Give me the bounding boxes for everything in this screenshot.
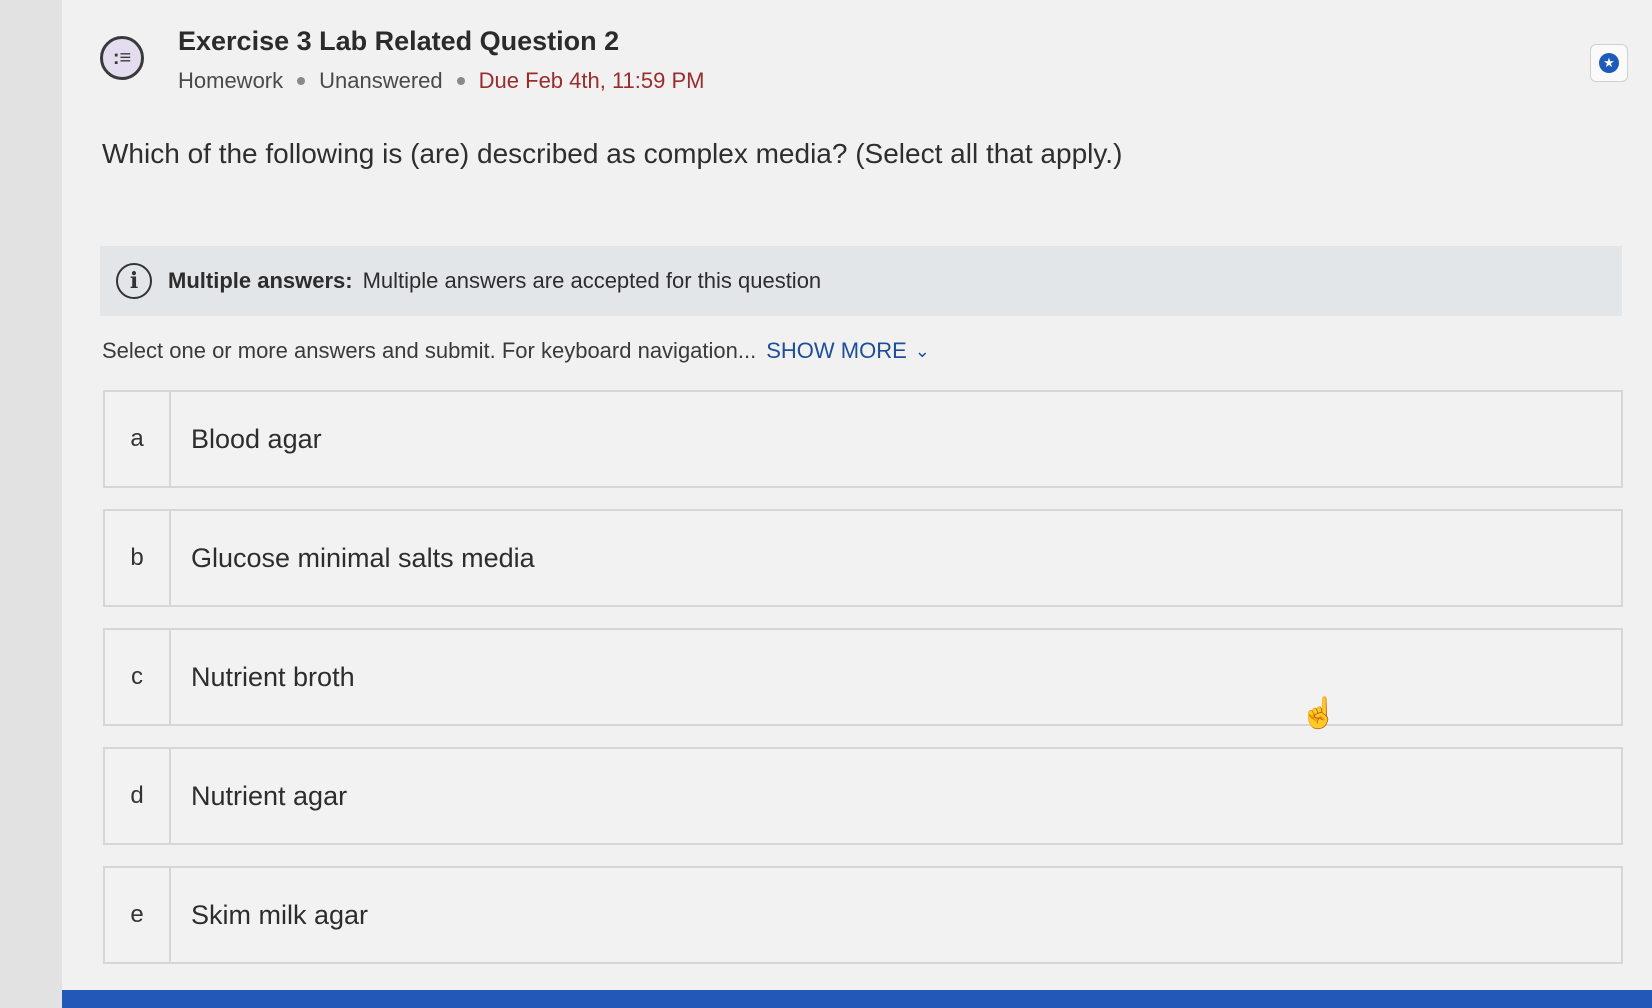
answer-options: a Blood agar b Glucose minimal salts med…: [103, 390, 1623, 985]
list-bubble-icon: :≡: [100, 36, 144, 80]
option-letter: e: [105, 868, 171, 962]
question-title: Exercise 3 Lab Related Question 2: [178, 26, 620, 56]
answer-option-c[interactable]: c Nutrient broth: [103, 628, 1623, 726]
info-icon: i: [116, 263, 152, 299]
bookmark-button[interactable]: ★: [1590, 44, 1628, 82]
due-date: Due Feb 4th, 11:59 PM: [478, 68, 705, 93]
option-text: Skim milk agar: [191, 899, 369, 930]
option-letter: d: [105, 749, 171, 843]
hand-pointer-icon: ☝: [1300, 697, 1338, 730]
separator-dot: [297, 77, 306, 85]
answer-option-e[interactable]: e Skim milk agar: [103, 866, 1623, 964]
info-label: Multiple answers:: [168, 268, 353, 293]
chevron-down-icon[interactable]: ⌄: [915, 341, 930, 362]
info-text: Multiple answers are accepted for this q…: [362, 268, 822, 293]
option-letter: a: [105, 392, 171, 486]
assignment-type: Homework: [178, 68, 284, 93]
answer-option-d[interactable]: d Nutrient agar: [103, 747, 1623, 845]
question-meta: Homework Unanswered Due Feb 4th, 11:59 P…: [178, 68, 705, 94]
instructions: Select one or more answers and submit. F…: [102, 338, 930, 364]
star-icon: ★: [1599, 53, 1619, 73]
answer-status: Unanswered: [319, 68, 443, 93]
separator-dot: [456, 77, 465, 85]
option-text: Blood agar: [191, 423, 322, 454]
option-letter: b: [105, 511, 171, 605]
option-text: Glucose minimal salts media: [191, 542, 535, 573]
option-text: Nutrient broth: [191, 661, 355, 692]
left-edge: [0, 0, 62, 1008]
info-banner: i Multiple answers: Multiple answers are…: [100, 246, 1622, 316]
bottom-accent-bar: [62, 990, 1652, 1008]
option-letter: c: [105, 630, 171, 724]
answer-option-a[interactable]: a Blood agar: [103, 390, 1623, 488]
instructions-text: Select one or more answers and submit. F…: [102, 338, 757, 363]
question-text: Which of the following is (are) describe…: [102, 138, 1123, 169]
option-text: Nutrient agar: [191, 780, 348, 811]
answer-option-b[interactable]: b Glucose minimal salts media: [103, 509, 1623, 607]
show-more-link[interactable]: SHOW MORE: [766, 338, 907, 364]
